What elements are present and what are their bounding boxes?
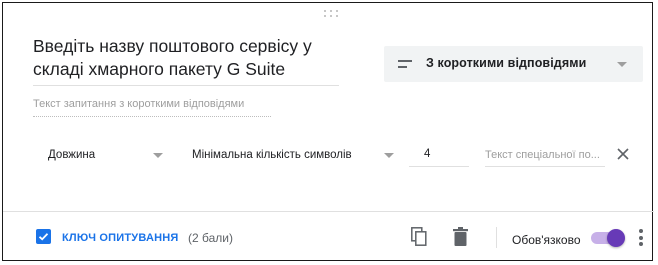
answer-key-checkbox-icon[interactable]: [36, 229, 51, 244]
question-type-label: З короткими відповідями: [426, 56, 587, 70]
question-card: Введіть назву поштового сервісу у складі…: [2, 2, 654, 261]
required-toggle[interactable]: [591, 229, 625, 247]
footer-separator: [496, 227, 497, 248]
points-label: (2 бали): [188, 231, 233, 245]
short-answer-placeholder: Текст запитання з короткими відповідями: [33, 98, 271, 117]
validation-type-dropdown[interactable]: Довжина: [48, 149, 95, 161]
validation-operator-dropdown[interactable]: Мінімальна кількість символів: [192, 149, 352, 161]
short-text-icon: [398, 60, 412, 69]
required-label: Обов'язково: [512, 233, 581, 247]
question-type-dropdown[interactable]: З короткими відповідями: [384, 46, 643, 82]
chevron-down-icon[interactable]: [384, 153, 394, 158]
chevron-down-icon[interactable]: [153, 153, 163, 158]
question-title-input[interactable]: Введіть назву поштового сервісу у складі…: [33, 35, 339, 86]
validation-number-input[interactable]: 4: [409, 143, 469, 167]
footer-divider: [3, 211, 654, 212]
toggle-knob: [607, 229, 625, 247]
close-icon[interactable]: [617, 148, 629, 160]
chevron-down-icon: [617, 62, 627, 67]
validation-number-value: 4: [424, 148, 431, 160]
trash-icon[interactable]: [453, 227, 468, 246]
copy-icon[interactable]: [411, 227, 427, 246]
response-validation-row: Довжина Мінімальна кількість символів 4 …: [3, 143, 654, 167]
custom-error-text-input[interactable]: Текст спеціальної по...: [485, 143, 605, 167]
drag-handle-icon[interactable]: [324, 10, 338, 18]
more-vert-icon[interactable]: [639, 229, 643, 246]
custom-error-placeholder: Текст спеціальної по...: [485, 149, 600, 161]
answer-key-button[interactable]: КЛЮЧ ОПИТУВАННЯ: [62, 232, 178, 244]
